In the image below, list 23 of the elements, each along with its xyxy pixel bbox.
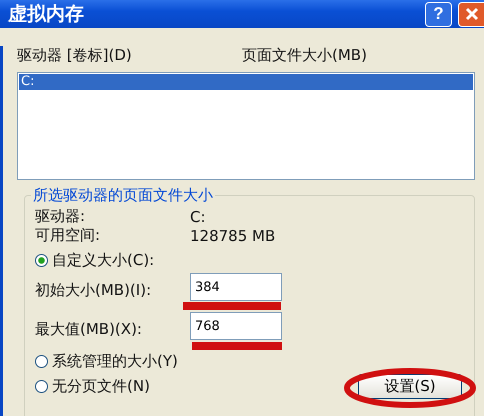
close-button[interactable]: [458, 2, 484, 26]
info-label: 可用空间:: [35, 226, 102, 245]
radio-option[interactable]: 无分页文件(N): [35, 375, 150, 397]
input-field[interactable]: 768: [190, 312, 282, 340]
column-header: 驱动器 [卷标](D): [17, 46, 133, 66]
help-button[interactable]: ?: [425, 2, 452, 26]
field-label: 最大值(MB)(X):: [35, 320, 143, 339]
info-label: 驱动器:: [35, 207, 86, 226]
radio-option[interactable]: 自定义大小(C):: [35, 249, 462, 271]
group-title: 所选驱动器的页面文件大小: [32, 186, 214, 205]
radio-icon[interactable]: [35, 254, 48, 266]
close-icon[interactable]: [464, 7, 478, 21]
drive-row[interactable]: C:: [19, 74, 473, 90]
radio-option[interactable]: 系统管理的大小(Y): [35, 350, 178, 372]
drive-list[interactable]: C:: [17, 72, 475, 180]
column-header: 页面文件大小(MB): [242, 46, 367, 66]
window-title: 虚拟内存: [8, 2, 85, 27]
radio-icon[interactable]: [35, 380, 48, 392]
field-label: 初始大小(MB)(I):: [35, 281, 152, 300]
info-value: C:: [190, 208, 206, 226]
radio-icon[interactable]: [35, 354, 48, 368]
input-field[interactable]: 384: [190, 273, 282, 301]
info-value: 128785 MB: [190, 226, 276, 244]
